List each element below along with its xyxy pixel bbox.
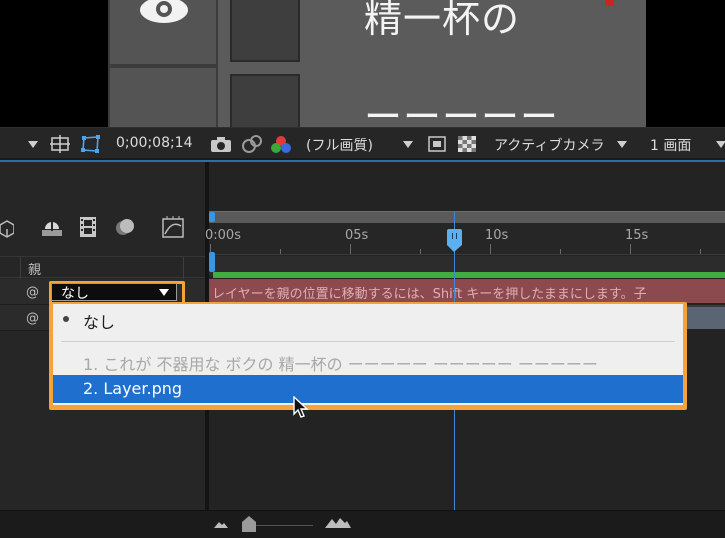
composition-viewer[interactable]: 精一杯の ーーーーー	[0, 0, 725, 127]
work-area-start-handle[interactable]	[209, 252, 215, 272]
camera-snapshot-icon[interactable]	[210, 136, 232, 152]
chevron-down-icon[interactable]	[716, 141, 725, 148]
chevron-down-icon[interactable]	[617, 141, 627, 148]
chevron-down-icon[interactable]	[403, 141, 413, 148]
composition-canvas[interactable]: 精一杯の ーーーーー	[108, 0, 646, 127]
comp-text-line-2: ーーーーー	[364, 95, 560, 127]
layer-duration-bar[interactable]	[213, 272, 725, 278]
parenting-hint-message: レイヤーを親の位置に移動するには、Shift キーを押したままにします。子	[212, 287, 647, 302]
current-time-indicator-tip	[447, 245, 462, 252]
time-navigator-bar[interactable]	[209, 211, 725, 223]
chevron-down-icon[interactable]	[28, 141, 38, 148]
parent-select-value: なし	[61, 286, 89, 302]
mask-path-icon[interactable]	[80, 134, 102, 154]
frame-blending-icon[interactable]	[78, 216, 98, 238]
thumbnail-box	[230, 74, 300, 127]
camera-dropdown[interactable]: アクティブカメラ	[494, 135, 616, 155]
transparency-grid-icon[interactable]	[458, 136, 476, 152]
mouse-pointer-icon	[293, 396, 309, 418]
menu-item-none[interactable]: なし	[53, 304, 683, 336]
current-timecode[interactable]: 0;00;08;14	[116, 135, 193, 151]
timeline-footer	[0, 510, 725, 538]
zoom-slider-thumb[interactable]	[242, 516, 256, 532]
zoom-out-icon[interactable]	[214, 519, 228, 529]
parent-pickwhip-icon[interactable]: @	[26, 311, 39, 326]
column-header-row: 親	[0, 256, 205, 279]
menu-item-layer-2[interactable]: 2. Layer.png	[53, 375, 683, 403]
region-of-interest-icon[interactable]	[428, 136, 446, 152]
time-ruler[interactable]: 0:00s 05s 10s 15s	[205, 223, 725, 255]
layer-visibility-cell	[108, 66, 218, 127]
thumbnail-box	[230, 0, 300, 62]
menu-separator	[61, 341, 675, 342]
eye-icon	[140, 0, 188, 23]
draft-3d-icon[interactable]	[40, 218, 64, 238]
parent-column-header[interactable]: 親	[28, 259, 41, 278]
current-time-indicator[interactable]	[447, 229, 462, 245]
parent-pickwhip-icon[interactable]: @	[26, 285, 39, 300]
comp-text-line-1: 精一杯の	[364, 0, 521, 41]
zoom-in-icon[interactable]	[325, 517, 351, 529]
channel-rgb-icon[interactable]	[270, 135, 292, 153]
parent-select[interactable]: なし	[51, 283, 177, 302]
menu-item-layer-1: 1. これが 不器用な ボクの 精一杯の ーーーーー ーーーーー ーーーーー	[83, 355, 598, 374]
graph-editor-icon[interactable]	[162, 216, 184, 238]
view-layout-dropdown[interactable]: 1 画面	[650, 135, 691, 155]
grid-icon[interactable]	[50, 135, 70, 153]
anchor-marker	[605, 0, 614, 6]
tick-label: 10s	[485, 228, 509, 243]
tick-label: 0:00s	[205, 228, 241, 243]
selected-bullet-icon	[63, 316, 69, 322]
resolution-dropdown[interactable]: (フル画質)	[306, 135, 373, 155]
3d-layer-icon[interactable]	[0, 220, 14, 238]
parent-menu: なし 1. これが 不器用な ボクの 精一杯の ーーーーー ーーーーー ーーーー…	[53, 304, 683, 405]
tick-label: 05s	[345, 228, 369, 243]
tick-label: 15s	[625, 228, 649, 243]
layer-visibility-cell	[108, 0, 218, 66]
show-snapshot-icon[interactable]	[240, 135, 264, 153]
viewer-toolbar: 0;00;08;14 (フル画質) アクティブカメラ 1 画面	[0, 127, 725, 160]
chevron-down-icon	[159, 289, 169, 296]
navigator-start-handle[interactable]	[209, 212, 215, 222]
motion-blur-icon[interactable]	[115, 217, 137, 237]
